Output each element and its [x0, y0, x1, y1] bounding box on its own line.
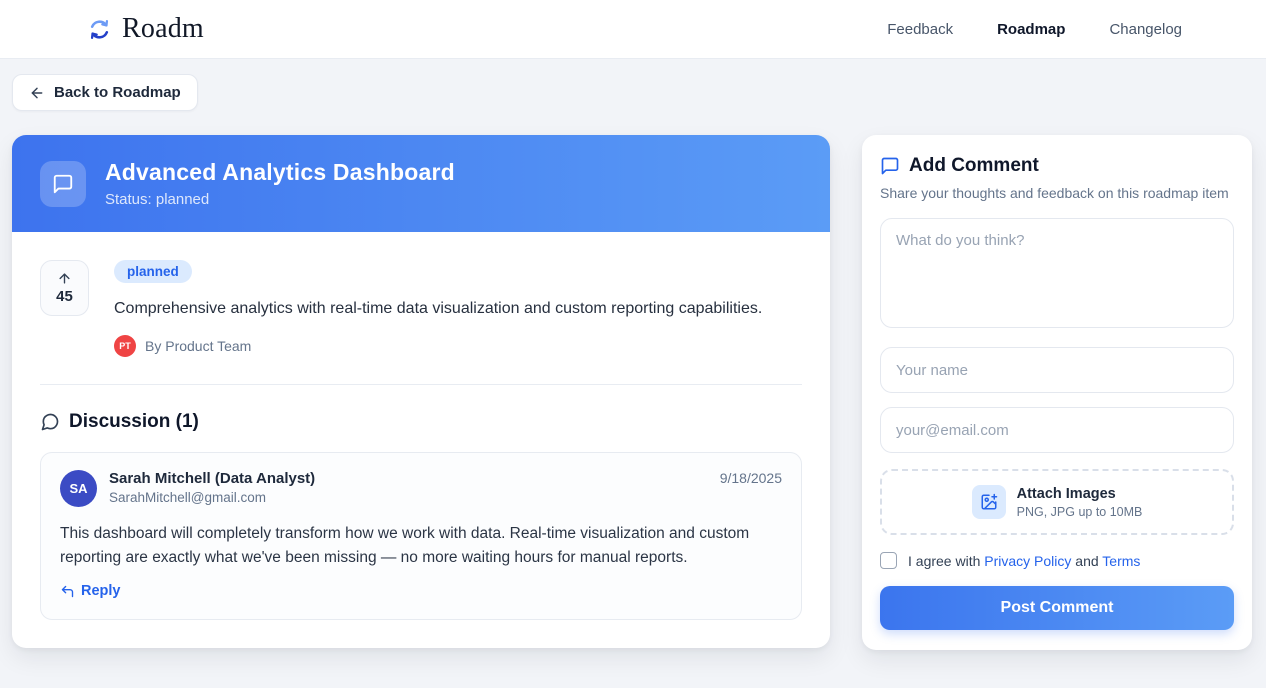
- commenter-avatar: SA: [60, 470, 97, 507]
- commenter-name: Sarah Mitchell (Data Analyst): [109, 470, 315, 487]
- status-badge: planned: [114, 260, 192, 283]
- brand-logo[interactable]: Roadm: [86, 13, 204, 45]
- nav-link-feedback[interactable]: Feedback: [887, 21, 953, 38]
- sync-circle-logo-icon: [86, 16, 113, 43]
- name-input[interactable]: [880, 347, 1234, 393]
- agree-checkbox[interactable]: [880, 552, 897, 569]
- comment-bubble-icon: [880, 156, 900, 176]
- agree-row: I agree with Privacy Policy and Terms: [880, 552, 1234, 569]
- arrow-up-icon: [57, 271, 72, 286]
- back-button-label: Back to Roadmap: [54, 84, 181, 101]
- attach-images-dropzone[interactable]: Attach Images PNG, JPG up to 10MB: [880, 469, 1234, 535]
- add-comment-heading: Add Comment: [880, 155, 1234, 177]
- roadmap-item-card: Advanced Analytics Dashboard Status: pla…: [12, 135, 830, 648]
- commenter-email: SarahMitchell@gmail.com: [109, 490, 315, 505]
- add-comment-subtitle: Share your thoughts and feedback on this…: [880, 185, 1234, 201]
- vote-count: 45: [56, 288, 73, 305]
- author-name: By Product Team: [145, 338, 251, 354]
- attach-title: Attach Images: [1017, 486, 1143, 502]
- upvote-button[interactable]: 45: [40, 260, 89, 316]
- add-comment-title: Add Comment: [909, 155, 1039, 177]
- agree-prefix: I agree with: [908, 553, 980, 569]
- brand-name: Roadm: [122, 13, 204, 45]
- nav-link-changelog[interactable]: Changelog: [1109, 21, 1182, 38]
- agree-conjunction: and: [1075, 553, 1098, 569]
- image-plus-icon: [972, 485, 1006, 519]
- nav-links: Feedback Roadmap Changelog: [887, 21, 1182, 38]
- privacy-policy-link[interactable]: Privacy Policy: [984, 553, 1071, 569]
- item-body: 45 planned Comprehensive analytics with …: [12, 232, 830, 648]
- comment-date: 9/18/2025: [720, 470, 782, 486]
- nav-link-roadmap[interactable]: Roadmap: [997, 21, 1065, 38]
- author-row: PT By Product Team: [114, 335, 762, 357]
- item-header: Advanced Analytics Dashboard Status: pla…: [12, 135, 830, 232]
- agree-text: I agree with Privacy Policy and Terms: [908, 553, 1140, 569]
- top-navbar: Roadm Feedback Roadmap Changelog: [0, 0, 1266, 59]
- message-square-icon: [40, 161, 86, 207]
- back-to-roadmap-button[interactable]: Back to Roadmap: [12, 74, 198, 111]
- discussion-title: Discussion (1): [69, 411, 199, 433]
- email-input[interactable]: [880, 407, 1234, 453]
- comment-message-input[interactable]: [880, 218, 1234, 328]
- author-avatar: PT: [114, 335, 136, 357]
- item-title: Advanced Analytics Dashboard: [105, 159, 455, 186]
- attach-hint: PNG, JPG up to 10MB: [1017, 505, 1143, 519]
- arrow-left-icon: [29, 85, 45, 101]
- discussion-heading: Discussion (1): [40, 411, 802, 433]
- add-comment-card: Add Comment Share your thoughts and feed…: [862, 135, 1252, 650]
- comment-card: SA Sarah Mitchell (Data Analyst) SarahMi…: [40, 452, 802, 620]
- divider: [40, 384, 802, 385]
- item-description: Comprehensive analytics with real-time d…: [114, 297, 762, 320]
- terms-link[interactable]: Terms: [1102, 553, 1140, 569]
- comment-body: This dashboard will completely transform…: [60, 522, 782, 570]
- post-comment-button[interactable]: Post Comment: [880, 586, 1234, 630]
- item-status-line: Status: planned: [105, 191, 455, 208]
- reply-button[interactable]: Reply: [60, 583, 121, 599]
- message-circle-icon: [40, 412, 60, 432]
- page-content: Back to Roadmap Advanced Analytics Dashb…: [0, 59, 1266, 650]
- reply-label: Reply: [81, 583, 121, 599]
- reply-arrow-icon: [60, 584, 75, 599]
